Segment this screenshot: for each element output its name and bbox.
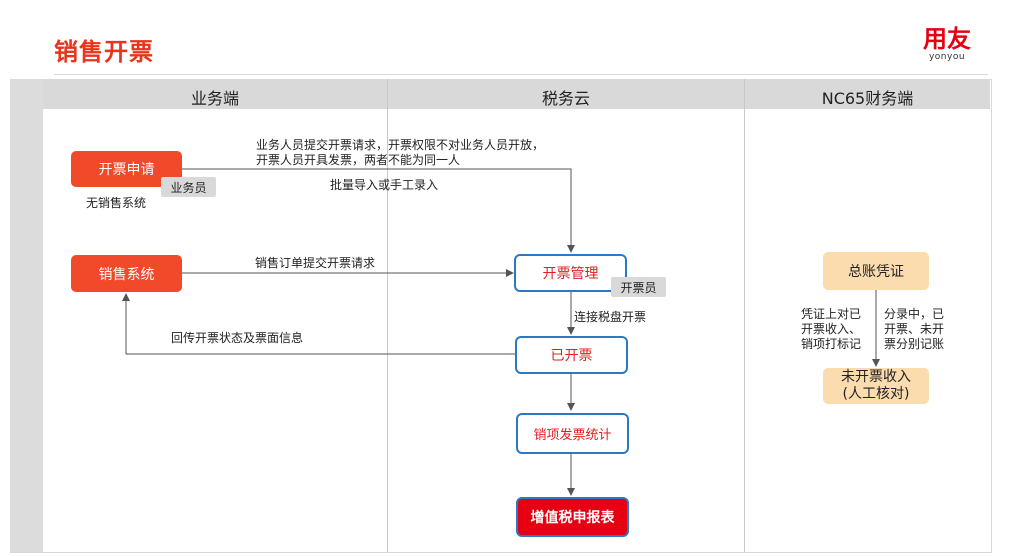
note-order-submit: 销售订单提交开票请求: [255, 256, 376, 270]
node-vat-report: 增值税申报表: [516, 497, 629, 537]
note-return-info: 回传开票状态及票面信息: [171, 331, 304, 345]
note-voucher-right: 分录中，已 开票、未开 票分别记账: [884, 307, 945, 351]
node-output-invoice-stats: 销项发票统计: [516, 413, 629, 454]
note-no-sales-system: 无销售系统: [86, 196, 147, 210]
node-sales-system: 销售系统: [71, 255, 182, 292]
note-apply-line1: 业务人员提交开票请求，开票权限不对业务人员开放，: [256, 138, 545, 152]
node-gl-voucher: 总账凭证: [823, 252, 929, 290]
node-invoiced: 已开票: [515, 336, 628, 374]
note-batch-import: 批量导入或手工录入: [330, 178, 439, 192]
tag-salesperson: 业务员: [161, 177, 216, 197]
note-tax-disk: 连接税盘开票: [574, 310, 647, 324]
note-voucher-left: 凭证上对已 开票收入、 销项打标记: [801, 307, 862, 351]
note-apply-line2: 开票人员开具发票，两者不能为同一人: [256, 153, 461, 167]
tag-invoicer: 开票员: [611, 277, 666, 297]
node-unbilled-income: 未开票收入 (人工核对): [823, 368, 929, 404]
